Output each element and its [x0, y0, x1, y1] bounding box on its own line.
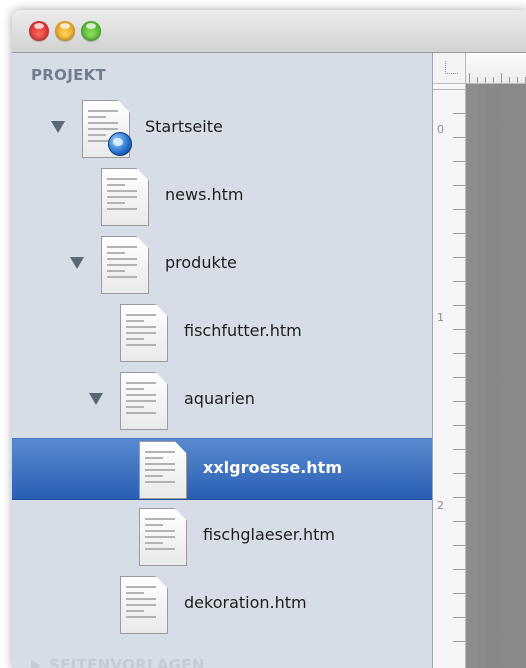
ruler-number: 2 — [437, 499, 444, 512]
ruler-tick — [453, 377, 465, 378]
tree-item-startseite[interactable]: Startseite — [12, 98, 432, 158]
tree-item-news[interactable]: news.htm — [12, 166, 432, 226]
ruler-tick — [469, 73, 470, 83]
ruler-tick — [453, 401, 465, 402]
ruler-tick — [501, 73, 502, 83]
ruler-origin-corner — [433, 53, 466, 84]
tree-item-label: Startseite — [145, 117, 223, 136]
ruler-tick — [453, 617, 465, 618]
disclosure-triangle-icon[interactable] — [51, 121, 65, 133]
ruler-tick — [517, 77, 518, 83]
document-icon — [120, 372, 168, 430]
tree-item-label: xxlgroesse.htm — [203, 458, 342, 477]
tree-item-label: dekoration.htm — [184, 593, 307, 612]
tree-item-produkte[interactable]: produkte — [12, 234, 432, 294]
document-icon — [101, 236, 149, 294]
ruler-tick — [453, 497, 465, 498]
ruler-number: 0 — [437, 123, 444, 136]
ruler-tick — [453, 185, 465, 186]
tree-item-fischglaeser[interactable]: fischglaeser.htm — [12, 506, 432, 566]
ruler-tick — [453, 305, 465, 306]
zoom-window-button[interactable] — [81, 21, 101, 41]
ruler-tick — [453, 161, 465, 162]
ruler-tick — [453, 233, 465, 234]
ruler-number: 1 — [437, 311, 444, 324]
disclosure-triangle-icon — [31, 659, 41, 668]
title-bar — [12, 10, 526, 53]
ruler-tick — [453, 569, 465, 570]
ruler-tick — [453, 641, 465, 642]
ruler-tick — [485, 77, 486, 83]
section-header-seitenvorlagen[interactable]: SEITENVORLAGEN — [31, 656, 205, 668]
ruler-tick — [453, 257, 465, 258]
globe-icon — [108, 132, 132, 156]
ruler-tick — [453, 593, 465, 594]
document-icon — [139, 441, 187, 499]
project-sidebar: PROJEKT Startseite news.htm produkte fis… — [12, 53, 433, 668]
ruler-tick — [509, 77, 510, 83]
tree-item-fischfutter[interactable]: fischfutter.htm — [12, 302, 432, 362]
disclosure-triangle-icon[interactable] — [89, 393, 103, 405]
ruler-tick — [433, 89, 465, 90]
ruler-tick — [453, 281, 465, 282]
tree-item-label: aquarien — [184, 389, 255, 408]
tree-item-xxlgroesse[interactable]: xxlgroesse.htm — [12, 438, 432, 500]
tree-item-dekoration[interactable]: dekoration.htm — [12, 574, 432, 634]
section-header-projekt: PROJEKT — [31, 66, 107, 84]
ruler-tick — [453, 521, 465, 522]
tree-item-label: produkte — [165, 253, 237, 272]
document-icon — [120, 576, 168, 634]
tree-item-label: fischglaeser.htm — [203, 525, 335, 544]
page-canvas[interactable] — [466, 84, 526, 668]
ruler-tick — [493, 77, 494, 83]
document-icon — [101, 168, 149, 226]
ruler-tick — [453, 353, 465, 354]
minimize-window-button[interactable] — [55, 21, 75, 41]
document-icon — [120, 304, 168, 362]
tree-item-aquarien[interactable]: aquarien — [12, 370, 432, 430]
disclosure-triangle-icon[interactable] — [70, 257, 84, 269]
vertical-ruler: 0 1 2 — [433, 53, 466, 668]
ruler-tick — [453, 113, 465, 114]
tree-item-label: news.htm — [165, 185, 244, 204]
app-window: PROJEKT Startseite news.htm produkte fis… — [12, 10, 526, 668]
ruler-tick — [477, 77, 478, 83]
tree-item-label: fischfutter.htm — [184, 321, 302, 340]
ruler-tick — [453, 209, 465, 210]
ruler-tick — [453, 329, 465, 330]
ruler-tick — [453, 425, 465, 426]
document-icon — [139, 508, 187, 566]
ruler-tick — [453, 449, 465, 450]
close-window-button[interactable] — [29, 21, 49, 41]
ruler-tick — [453, 473, 465, 474]
ruler-tick — [453, 545, 465, 546]
ruler-tick — [453, 137, 465, 138]
